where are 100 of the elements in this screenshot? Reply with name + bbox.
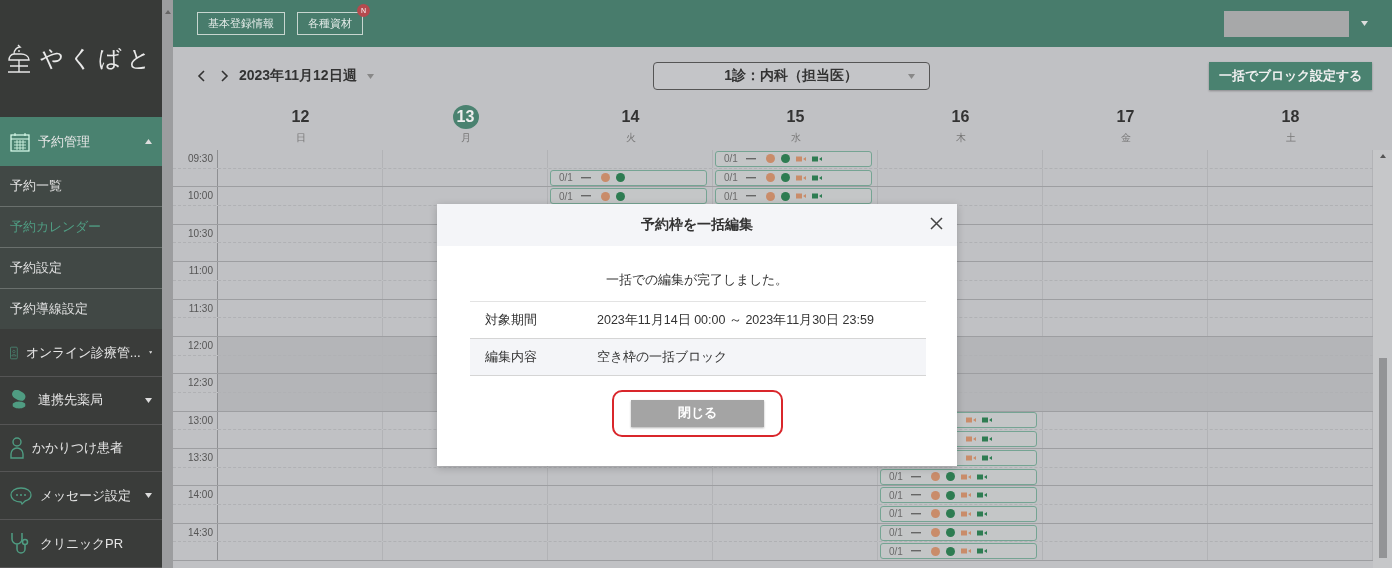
slot-count: 0/1 [889, 471, 904, 483]
video-camera-icon [977, 492, 987, 499]
video-camera-icon [812, 155, 822, 162]
caret-icon[interactable] [366, 73, 374, 79]
dash-icon [911, 531, 921, 534]
dot-icon [766, 173, 775, 183]
slot-chip[interactable]: 0/1 [880, 505, 1037, 522]
dash-icon [581, 176, 591, 179]
dash-icon [746, 176, 756, 179]
slot-count: 0/1 [889, 527, 904, 539]
video-camera-icon [812, 174, 822, 181]
slot-chip[interactable]: 0/1 [715, 188, 872, 205]
sidebar-item[interactable]: 予約管理 [0, 117, 162, 167]
slot-chip[interactable]: 0/1 [880, 543, 1037, 560]
time-label: 14:30 [187, 526, 213, 538]
video-camera-icon [977, 529, 987, 536]
scroll-up-icon[interactable] [164, 10, 171, 14]
scrollbar-thumb[interactable] [1378, 358, 1387, 558]
department-select[interactable]: 1診：内科（担当医） [652, 62, 930, 90]
header-button[interactable]: 基本登録情報 [197, 12, 285, 35]
weekday-label: 金 [1120, 131, 1131, 145]
weekday-label: 木 [955, 131, 966, 145]
field-label: 編集内容 [484, 348, 538, 366]
dot-icon [781, 191, 790, 201]
dash-icon [911, 512, 921, 515]
dot-icon [946, 546, 955, 556]
field-label: 対象期間 [484, 311, 538, 329]
video-camera-icon [982, 454, 992, 461]
video-camera-icon [796, 174, 806, 181]
logo-icon [6, 43, 32, 74]
video-camera-icon [966, 454, 976, 461]
video-camera-icon [982, 436, 992, 443]
scroll-up-icon[interactable] [1379, 154, 1386, 158]
slot-count: 0/1 [724, 172, 739, 184]
dot-icon [766, 191, 775, 201]
week-label[interactable]: 2023年11月12日週 [239, 67, 357, 85]
logo-text: やくばと [40, 44, 156, 74]
video-camera-icon [796, 155, 806, 162]
dash-icon [746, 195, 756, 198]
day-number: 15 [785, 107, 806, 127]
weekday-label: 日 [295, 131, 306, 145]
time-label: 11:30 [188, 302, 213, 314]
time-label: 13:00 [187, 414, 213, 426]
dot-icon [946, 509, 955, 519]
day-number: 16 [950, 107, 971, 127]
header-button[interactable]: 各種資材 [297, 12, 363, 35]
video-camera-icon [961, 529, 971, 536]
chevron-left-icon[interactable] [197, 70, 205, 82]
video-camera-icon [977, 510, 987, 517]
bulk-block-button[interactable]: 一括でブロック設定する [1209, 62, 1372, 90]
video-camera-icon [966, 417, 976, 424]
video-camera-icon [961, 473, 971, 480]
day-number: 12 [290, 107, 311, 127]
weekday-label: 水 [790, 131, 801, 145]
person-icon [10, 437, 24, 460]
dot-icon [946, 472, 955, 482]
account-button[interactable] [1224, 10, 1349, 37]
dot-icon [931, 490, 940, 500]
slot-count: 0/1 [889, 508, 904, 520]
slot-chip[interactable]: 0/1 [880, 487, 1037, 504]
dot-icon [781, 173, 790, 183]
video-camera-icon [966, 436, 976, 443]
video-camera-icon [977, 473, 987, 480]
dot-icon [946, 490, 955, 500]
time-label: 09:30 [187, 153, 213, 164]
dot-icon [766, 154, 775, 164]
dash-icon [581, 195, 591, 198]
close-button[interactable]: 閉じる [630, 400, 764, 427]
slot-chip[interactable]: 0/1 [550, 169, 707, 186]
dialog-message: 一括での編集が完了しました。 [606, 272, 788, 289]
dash-icon [911, 475, 921, 478]
slot-chip[interactable]: 0/1 [550, 188, 707, 205]
video-camera-icon [982, 417, 992, 424]
slot-count: 0/1 [889, 545, 904, 557]
dot-icon [781, 154, 790, 164]
dot-icon [601, 191, 610, 201]
field-value: 空き枠の一括ブロック [597, 348, 727, 366]
video-camera-icon [961, 510, 971, 517]
day-number: 17 [1115, 107, 1136, 127]
day-number: 13 [452, 105, 479, 129]
slot-count: 0/1 [724, 153, 739, 165]
dot-icon [616, 173, 625, 183]
slot-count: 0/1 [559, 190, 574, 202]
slot-chip[interactable]: 0/1 [715, 169, 872, 186]
dot-icon [931, 509, 940, 519]
time-label: 11:00 [188, 265, 213, 277]
day-number: 14 [620, 107, 641, 127]
weekday-label: 土 [1285, 131, 1296, 145]
slot-chip[interactable]: 0/1 [880, 468, 1037, 485]
video-camera-icon [796, 193, 806, 200]
dialog-title: 予約枠を一括編集 [641, 216, 753, 234]
time-label: 14:00 [187, 489, 213, 501]
weekday-label: 月 [460, 131, 471, 145]
chevron-right-icon[interactable] [221, 70, 229, 82]
video-camera-icon [812, 193, 822, 200]
slot-chip[interactable]: 0/1 [880, 524, 1037, 541]
dot-icon [931, 546, 940, 556]
slot-chip[interactable]: 0/1 [715, 150, 872, 167]
dash-icon [911, 494, 921, 497]
time-label: 12:30 [187, 377, 213, 389]
